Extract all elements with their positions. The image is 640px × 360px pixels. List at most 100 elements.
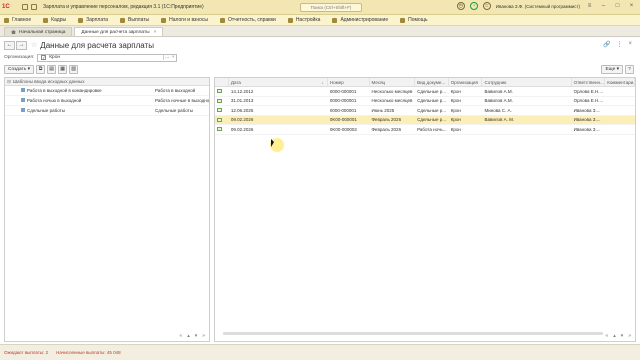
scroll-up-icon[interactable]: ▴ — [613, 333, 616, 339]
menu-item-reports[interactable]: Отчетность, справки — [220, 17, 276, 23]
minimize-button[interactable]: – — [599, 3, 608, 9]
cell-number: 0000-000001 — [329, 98, 357, 103]
template-name: Работа в выходной в командировке — [27, 88, 102, 93]
cell-number: 0000-000001 — [329, 107, 357, 113]
template-icon — [21, 98, 25, 102]
scroll-down-icon[interactable]: ▾ — [621, 333, 624, 339]
organization-filter: Организация: ✓ Крон … × — [4, 53, 178, 62]
template-icon — [21, 108, 25, 112]
document-icon — [217, 108, 222, 113]
horizontal-scrollbar[interactable] — [223, 332, 603, 335]
org-checkbox[interactable]: ✓ — [41, 55, 47, 60]
org-select-button[interactable]: … — [163, 55, 170, 60]
cell-responsible: Иванова З.... — [573, 126, 601, 132]
menu-item-label: Настройка — [295, 17, 321, 23]
bell-icon[interactable]: ◔ — [469, 2, 478, 10]
template-icon — [21, 88, 25, 92]
table-row[interactable]: 09.02.2026 0K00-000002 Февраль 2026 Рабо… — [215, 125, 635, 135]
column-header-number[interactable]: Номер — [328, 78, 370, 87]
cell-comment — [605, 125, 635, 135]
back-button[interactable]: ← — [4, 40, 15, 50]
scroll-last-icon[interactable]: » — [628, 333, 631, 339]
maximize-button[interactable]: □ — [613, 3, 622, 9]
template-row[interactable]: Сдельные работы Сдельные работы — [5, 106, 209, 116]
menu-admin-icon — [332, 17, 338, 23]
menu-item-admin[interactable]: Администрирование — [332, 17, 388, 23]
menu-item-main[interactable]: Главное — [4, 17, 31, 23]
menu-item-salary[interactable]: Зарплата — [78, 17, 108, 23]
settings-icon[interactable]: ≡ — [585, 3, 594, 9]
templates-header[interactable]: ⊟ Шаблоны ввода исходных данных — [5, 78, 209, 86]
copy-button[interactable]: ⧉ — [35, 65, 45, 74]
cell-type: Работа ночь... — [417, 126, 447, 132]
menu-item-help[interactable]: Помощь — [400, 17, 427, 23]
collapse-icon[interactable]: ⊟ — [5, 79, 13, 85]
document-icon — [217, 127, 222, 132]
org-field[interactable]: ✓ Крон … × — [37, 53, 178, 62]
create-button[interactable]: Создать ▾ — [4, 65, 34, 74]
templates-header-label: Шаблоны ввода исходных данных — [13, 79, 85, 84]
column-header-month[interactable]: Месяц — [370, 78, 416, 87]
page-header: ← → ☆ Данные для расчета зарплаты — [4, 40, 154, 50]
print-button[interactable]: ▦ — [57, 65, 67, 74]
more-button[interactable]: Еще ▾ — [601, 65, 623, 74]
document-icon — [217, 117, 222, 122]
org-value[interactable]: Крон — [49, 55, 163, 60]
menu-item-payments[interactable]: Выплаты — [120, 17, 149, 23]
tabs-bar: Начальная страница Данные для расчета за… — [0, 26, 640, 37]
cell-employee — [482, 125, 571, 135]
favorite-star-icon[interactable]: ☆ — [31, 41, 37, 49]
menu-icon[interactable] — [22, 4, 28, 10]
templates-panel: ⊟ Шаблоны ввода исходных данных Работа в… — [4, 77, 210, 342]
cell-org: Крон — [450, 88, 461, 94]
accrued-payments-link[interactable]: Начисленные выплаты: 45 048 — [56, 350, 121, 355]
cell-comment — [605, 87, 635, 97]
link-icon[interactable]: 🔗 — [603, 41, 610, 48]
scroll-first-icon[interactable]: « — [179, 333, 182, 339]
cell-employee: Вавилов А. М. — [484, 117, 515, 122]
forward-button[interactable]: → — [16, 40, 27, 50]
cell-employee: Вавилов А.М. — [484, 88, 513, 94]
user-name[interactable]: Иванова З.Ф. (Системный программист) — [496, 4, 580, 9]
cell-date: 31.01.2013 — [230, 98, 254, 103]
grid-icon[interactable] — [31, 4, 37, 10]
menu-item-taxes[interactable]: Налоги и взносы — [161, 17, 208, 23]
close-form-icon[interactable]: × — [628, 41, 632, 48]
doc-structure-button[interactable]: ▧ — [68, 65, 78, 74]
document-icon — [217, 89, 222, 94]
close-tab-icon[interactable]: × — [154, 28, 157, 37]
template-name: Работа ночью в выходной — [27, 98, 82, 103]
template-value: Работа ночные в выходной — [155, 98, 209, 103]
menu-item-hr[interactable]: Кадры — [43, 17, 66, 23]
menu-item-settings[interactable]: Настройка — [287, 17, 321, 23]
column-header-type[interactable]: Вид докуме... — [415, 78, 449, 87]
template-row[interactable]: Работа ночью в выходной Работа ночные в … — [5, 96, 209, 106]
column-header-responsible[interactable]: Ответственн... — [572, 78, 606, 87]
tab-label: Начальная страница — [19, 29, 66, 35]
column-header-employee[interactable]: Сотрудник — [482, 78, 572, 87]
menu-payments-icon — [120, 17, 126, 23]
template-row[interactable]: Работа в выходной в командировке Работа … — [5, 86, 209, 96]
scroll-up-icon[interactable]: ▴ — [187, 333, 190, 339]
home-icon — [11, 30, 16, 34]
tab-home[interactable]: Начальная страница — [4, 27, 73, 36]
org-clear-icon[interactable]: × — [170, 55, 176, 60]
scroll-down-icon[interactable]: ▾ — [195, 333, 198, 339]
delete-button[interactable]: ▤ — [46, 65, 56, 74]
scroll-last-icon[interactable]: » — [202, 333, 205, 339]
help-button[interactable]: ? — [625, 65, 634, 74]
search-input[interactable]: Поиск (Ctrl+Shift+F) — [300, 3, 362, 12]
history-icon[interactable]: ◷ — [456, 2, 465, 10]
cell-date: 09.02.2026 — [230, 117, 254, 122]
column-header-comment[interactable]: Комментари... — [605, 78, 635, 87]
more-vertical-icon[interactable]: ⋮ — [616, 41, 622, 48]
scroll-first-icon[interactable]: « — [605, 333, 608, 339]
close-button[interactable]: × — [627, 3, 636, 9]
pending-payments-link[interactable]: Ожидают выплаты: 2 — [4, 350, 48, 355]
column-header-date[interactable]: Дата ↓ — [229, 78, 328, 87]
star-icon[interactable]: ☆ — [482, 2, 491, 10]
menu-item-label: Помощь — [408, 17, 428, 23]
cell-org: Крон — [450, 98, 461, 103]
column-header-org[interactable]: Организация — [449, 78, 483, 87]
tab-salary-data[interactable]: Данные для расчета зарплаты × — [74, 27, 164, 37]
